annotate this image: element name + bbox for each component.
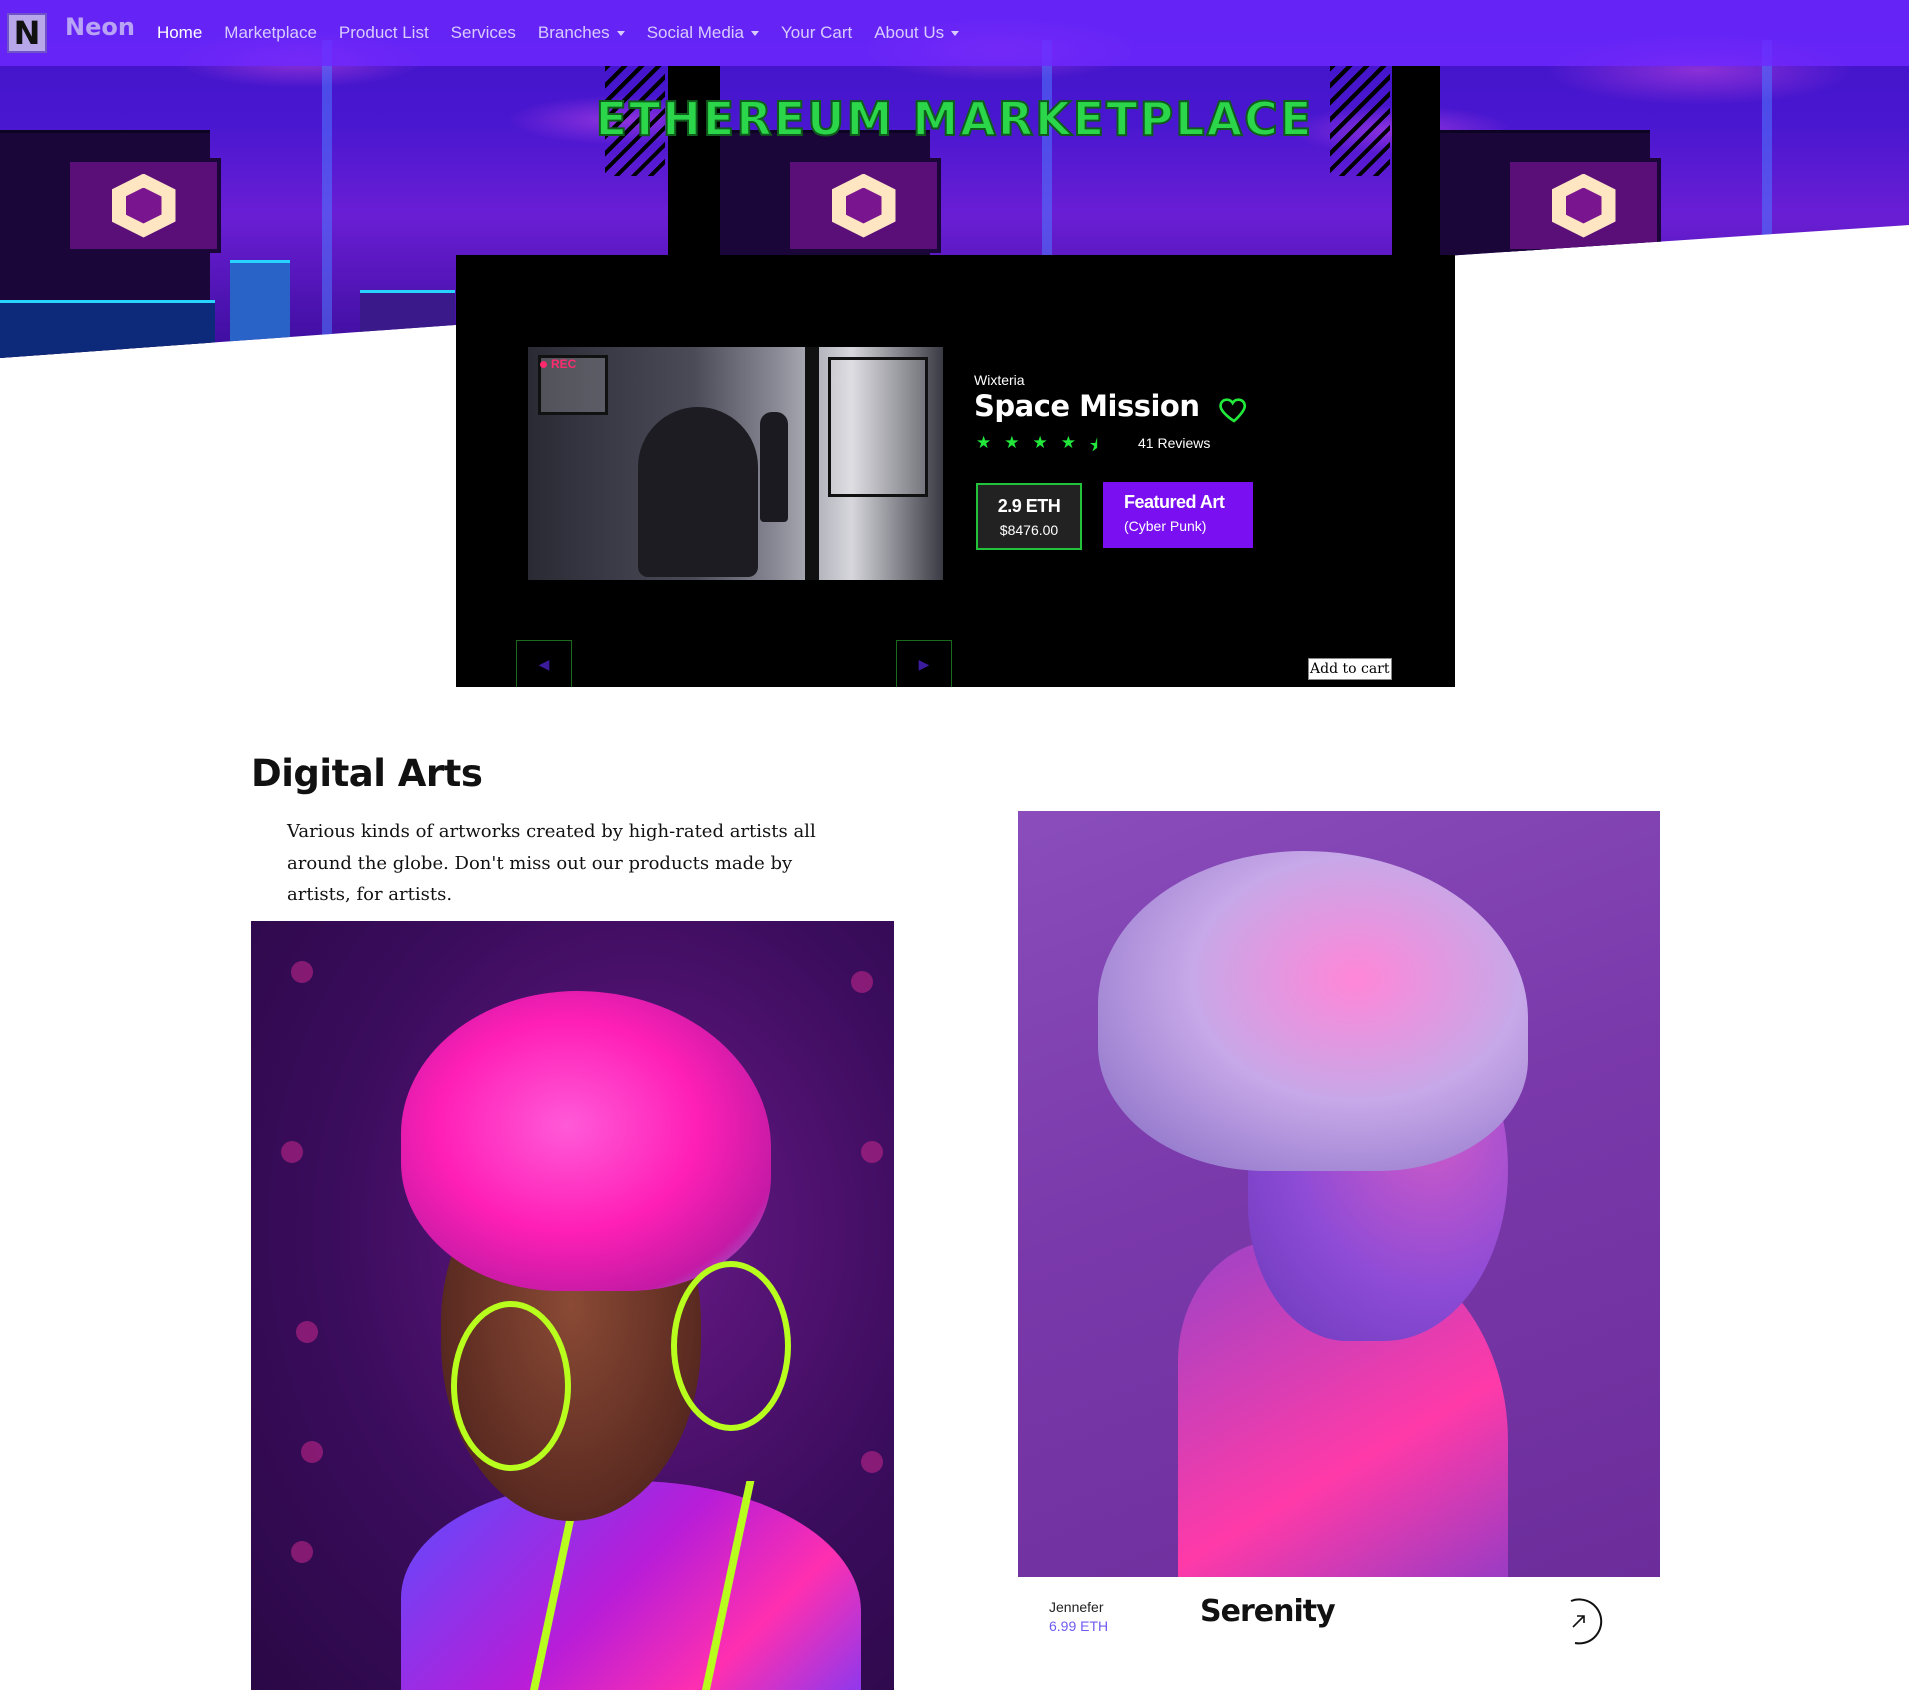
price-box: 2.9 ETH $8476.00 (976, 483, 1082, 550)
light-beam (1762, 40, 1772, 358)
dot (861, 1451, 883, 1473)
nav-item-label: Marketplace (224, 23, 317, 42)
rec-indicator: REC (540, 357, 576, 371)
nav-item-label: Product List (338, 23, 429, 42)
section-description: Various kinds of artworks created by hig… (287, 821, 816, 905)
dot (291, 1541, 313, 1563)
dot (281, 1141, 303, 1163)
nav-item-label: Home (156, 23, 203, 42)
badge-title: Featured Art (1124, 492, 1225, 512)
star-half-icon: ⯨ (1089, 436, 1099, 456)
artwork-card-info: Jennefer 6.99 ETH Serenity (1018, 1577, 1660, 1699)
caret-down-icon (751, 30, 760, 36)
building (360, 290, 455, 358)
navbar: N Neon Home Marketplace Product List Servic… (0, 0, 1909, 66)
star-full-icon: ★ (1060, 433, 1076, 453)
nav-item-home[interactable]: Home (157, 23, 202, 43)
nav-item-label: Your Cart (781, 23, 853, 42)
nav-item-services[interactable]: Services (451, 23, 516, 43)
star-full-icon: ★ (1032, 433, 1048, 453)
star-full-icon: ★ (1004, 433, 1020, 453)
hair (1098, 851, 1528, 1171)
artwork-image-neon-portrait[interactable] (251, 921, 894, 1690)
section-title: Digital Arts (251, 752, 483, 795)
pillar (805, 347, 819, 580)
nav-item-branches[interactable]: Branches (538, 23, 625, 43)
building (0, 300, 215, 358)
badge-subtitle: (Cyber Punk) (1124, 518, 1207, 534)
price-eth: 2.9 ETH (997, 496, 1061, 516)
nav-item-label: Branches (537, 23, 610, 42)
nav-links: Home Marketplace Product List Services Branc… (157, 23, 981, 43)
nav-item-marketplace[interactable]: Marketplace (224, 23, 317, 43)
review-count[interactable]: 41 Reviews (1138, 435, 1210, 451)
hexagon-logo-icon (111, 173, 176, 238)
window (828, 357, 928, 497)
featured-badge[interactable]: Featured Art (Cyber Punk) (1103, 482, 1253, 548)
hex-sign (1506, 158, 1661, 253)
heart-icon[interactable] (1218, 393, 1250, 425)
arrow-up-right-icon[interactable] (1553, 1595, 1605, 1647)
featured-artwork-image[interactable]: REC (528, 347, 943, 580)
price-usd: $8476.00 (999, 522, 1059, 538)
astronaut-figure (638, 407, 758, 577)
artwork-title: Space Mission (974, 389, 1200, 423)
nav-item-social-media[interactable]: Social Media (646, 23, 760, 43)
nav-item-product-list[interactable]: Product List (339, 23, 429, 43)
hex-sign (786, 158, 941, 253)
nav-item-your-cart[interactable]: Your Cart (781, 23, 852, 43)
star-full-icon: ★ (976, 433, 992, 453)
dot (296, 1321, 318, 1343)
brand-logo[interactable]: N (7, 13, 47, 53)
nav-item-about-us[interactable]: About Us (874, 23, 960, 43)
arrow-right-icon: ▶ (918, 655, 930, 672)
caret-down-icon (951, 30, 960, 36)
next-button[interactable]: ▶ (896, 640, 952, 687)
hair (401, 991, 771, 1291)
hoop-earring (671, 1261, 791, 1431)
artwork-image-serenity[interactable] (1018, 811, 1660, 1577)
brand-name[interactable]: Neon (65, 13, 135, 41)
hexagon-logo-icon (1551, 173, 1616, 238)
nav-item-label: About Us (874, 23, 945, 42)
arrow-left-icon: ◀ (538, 655, 550, 672)
light-beam (322, 40, 332, 358)
star-rating: ★ ★ ★ ★ ⯨ (976, 433, 1111, 462)
hero-title: ETHEREUM MARKETPLACE (595, 91, 1314, 147)
card-title: Serenity (1200, 1594, 1336, 1629)
nav-item-label: Services (450, 23, 516, 42)
dot (291, 961, 313, 983)
hexagon-logo-icon (831, 173, 896, 238)
dot (851, 971, 873, 993)
card-artist: Jennefer (1049, 1599, 1104, 1615)
hex-sign (66, 158, 221, 253)
add-to-cart-button[interactable]: Add to cart (1308, 658, 1392, 680)
nav-item-label: Social Media (646, 23, 745, 42)
hoop-earring (451, 1301, 571, 1471)
dot (861, 1141, 883, 1163)
building (230, 260, 290, 358)
caret-down-icon (616, 30, 625, 36)
featured-product-card: REC Wixteria Space Mission ★ ★ ★ ★ ⯨ 41 Revi… (456, 255, 1455, 687)
artist-name: Wixteria (974, 372, 1025, 388)
card-price: 6.99 ETH (1049, 1618, 1109, 1634)
prev-button[interactable]: ◀ (516, 640, 572, 687)
person-figure (760, 412, 788, 522)
dot (301, 1441, 323, 1463)
